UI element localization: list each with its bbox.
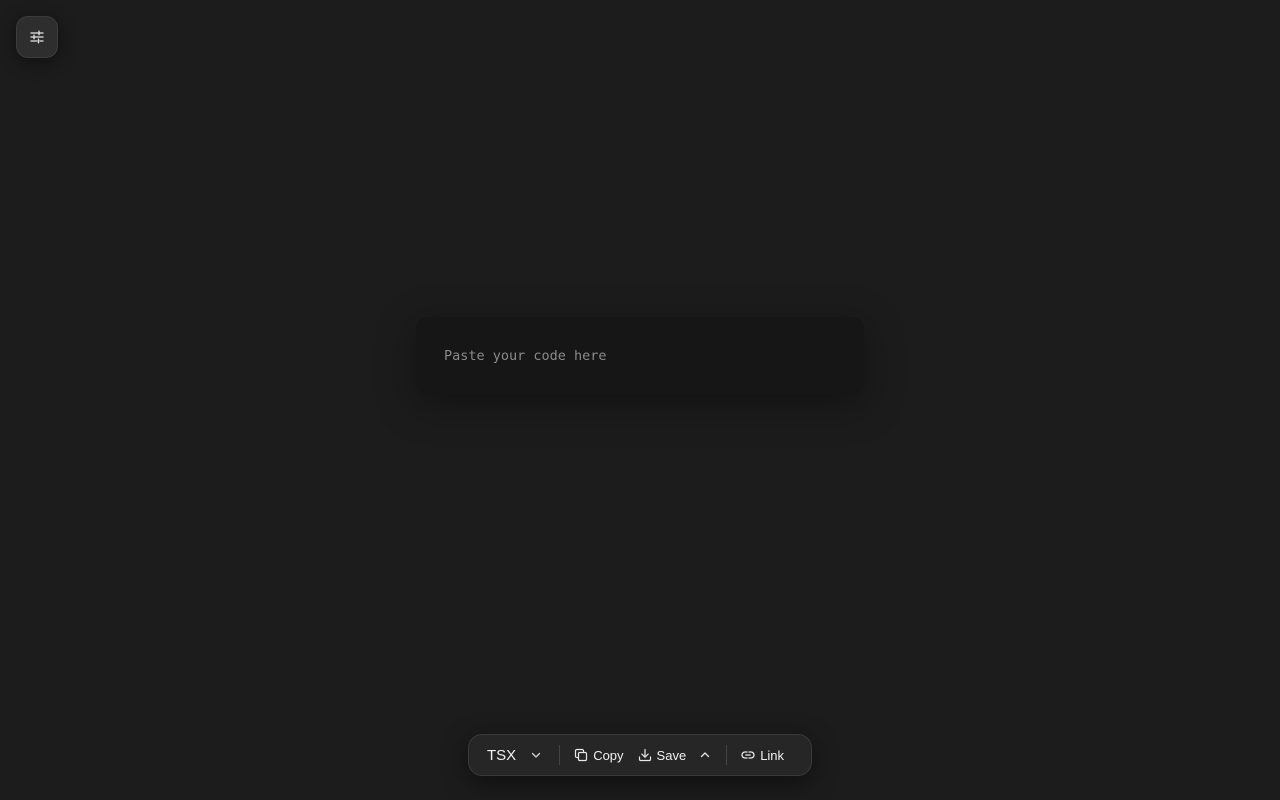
save-label: Save bbox=[656, 747, 687, 763]
app-canvas: TSX Copy bbox=[0, 0, 1280, 800]
chevron-down-icon bbox=[530, 749, 542, 761]
download-icon bbox=[638, 748, 652, 762]
link-icon bbox=[741, 748, 755, 762]
copy-label: Copy bbox=[593, 747, 624, 763]
copy-icon bbox=[574, 748, 588, 762]
toolbar-divider bbox=[559, 745, 561, 765]
link-button[interactable]: Link bbox=[734, 740, 794, 770]
code-editor bbox=[416, 317, 864, 394]
language-select[interactable]: TSX bbox=[477, 740, 550, 770]
language-label: TSX bbox=[487, 746, 517, 764]
toolbar-divider bbox=[726, 745, 728, 765]
save-button[interactable]: Save bbox=[631, 740, 694, 770]
chevron-up-icon bbox=[699, 749, 711, 761]
code-input[interactable] bbox=[444, 347, 836, 364]
copy-button[interactable]: Copy bbox=[567, 740, 630, 770]
bottom-toolbar: TSX Copy Save Link bbox=[468, 734, 812, 776]
save-options-button[interactable] bbox=[693, 740, 717, 770]
settings-button[interactable] bbox=[16, 16, 58, 58]
sliders-icon bbox=[29, 29, 45, 45]
link-label: Link bbox=[760, 747, 785, 763]
